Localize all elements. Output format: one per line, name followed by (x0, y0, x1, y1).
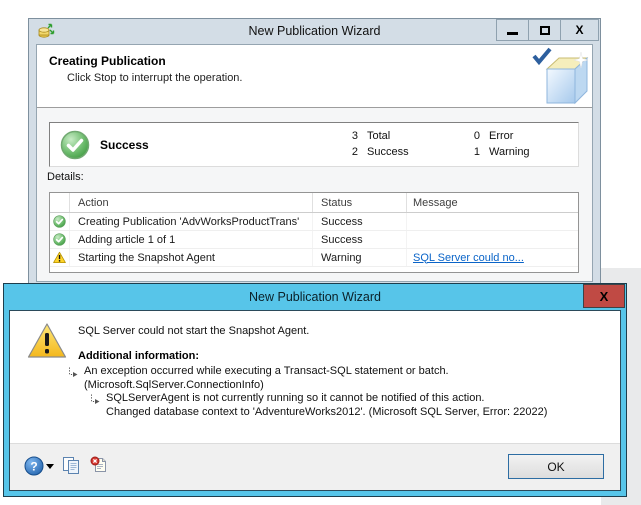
stat-success: 2 Success (346, 144, 409, 160)
details-label: Details: (47, 171, 84, 183)
maximize-button[interactable] (528, 19, 561, 41)
row-status: Success (313, 213, 407, 230)
wizard-header: Creating Publication Click Stop to inter… (37, 45, 592, 108)
detail-line: (Microsoft.SqlServer.ConnectionInfo) (84, 379, 449, 393)
column-message[interactable]: Message (407, 193, 578, 212)
window-controls: X (497, 19, 599, 41)
details-table: Action Status Message Creating Publicati… (49, 192, 579, 273)
detail-arrow-icon (67, 367, 79, 379)
stat-warning: 1 Warning (468, 144, 530, 160)
stat-error-value: 0 (468, 130, 480, 142)
warning-message-link[interactable]: SQL Server could no... (413, 252, 524, 264)
dialog-close-button[interactable]: X (583, 284, 625, 308)
wizard-body: Success 3 Total 2 Success 0 (37, 109, 592, 281)
save-error-report-button[interactable] (90, 456, 108, 474)
column-status[interactable]: Status (313, 193, 407, 212)
row-message (407, 231, 578, 248)
row-message (407, 213, 578, 230)
column-icon (50, 193, 70, 212)
table-header: Action Status Message (50, 193, 578, 213)
warning-icon (27, 322, 67, 360)
close-icon: X (600, 289, 609, 304)
minimize-button[interactable] (496, 19, 529, 41)
wizard-content: Creating Publication Click Stop to inter… (36, 44, 593, 282)
summary-panel: Success 3 Total 2 Success 0 (49, 122, 579, 167)
stat-total-value: 3 (346, 130, 358, 142)
wizard-window: New Publication Wizard X Creating Public… (28, 18, 601, 290)
close-button[interactable]: X (560, 19, 599, 41)
success-icon (53, 233, 66, 246)
detail-line: SQLServerAgent is not currently running … (106, 392, 547, 406)
detail-line: An exception occurred while executing a … (84, 365, 449, 379)
row-status: Warning (313, 249, 407, 266)
table-row[interactable]: Adding article 1 of 1 Success (50, 231, 578, 249)
summary-stats-left: 3 Total 2 Success (346, 128, 409, 160)
replication-database-icon (37, 22, 55, 40)
stat-total: 3 Total (346, 128, 409, 144)
wizard-book-icon (531, 47, 589, 105)
svg-text:?: ? (30, 460, 37, 474)
help-icon: ? (24, 456, 44, 476)
minimize-icon (507, 32, 518, 35)
desktop: New Publication Wizard X Creating Public… (0, 0, 641, 505)
error-detail: SQLServerAgent is not currently running … (106, 392, 547, 419)
error-report-icon (90, 456, 108, 474)
warning-icon (53, 251, 66, 264)
stat-success-label: Success (367, 146, 409, 158)
close-icon: X (575, 23, 583, 37)
success-icon (53, 215, 66, 228)
wizard-titlebar[interactable]: New Publication Wizard X (29, 19, 600, 44)
page-title: Creating Publication (49, 54, 166, 68)
copy-message-button[interactable] (62, 456, 80, 474)
summary-stats-right: 0 Error 1 Warning (468, 128, 530, 160)
copy-icon (62, 456, 80, 474)
error-dialog: New Publication Wizard X SQL Server coul… (3, 283, 627, 497)
ok-button[interactable]: OK (508, 454, 604, 479)
table-row[interactable]: Creating Publication 'AdvWorksProductTra… (50, 213, 578, 231)
dialog-body: SQL Server could not start the Snapshot … (9, 310, 621, 491)
dialog-titlebar[interactable]: New Publication Wizard X (4, 284, 626, 310)
page-subtitle: Click Stop to interrupt the operation. (67, 72, 242, 84)
dialog-title: New Publication Wizard (4, 284, 626, 310)
row-action: Starting the Snapshot Agent (70, 249, 313, 266)
summary-status: Success (100, 138, 149, 152)
detail-line: Changed database context to 'AdventureWo… (106, 406, 547, 420)
row-status: Success (313, 231, 407, 248)
column-action[interactable]: Action (70, 193, 313, 212)
stat-warning-value: 1 (468, 146, 480, 158)
dialog-footer: ? (10, 443, 620, 490)
row-action: Adding article 1 of 1 (70, 231, 313, 248)
stat-error: 0 Error (468, 128, 530, 144)
maximize-icon (540, 26, 550, 35)
stat-warning-label: Warning (489, 146, 530, 158)
error-message: SQL Server could not start the Snapshot … (78, 325, 309, 337)
row-action: Creating Publication 'AdvWorksProductTra… (70, 213, 313, 230)
table-row[interactable]: Starting the Snapshot Agent Warning SQL … (50, 249, 578, 267)
stat-error-label: Error (489, 130, 513, 142)
stat-success-value: 2 (346, 146, 358, 158)
dropdown-caret-icon (46, 464, 54, 469)
detail-arrow-icon (89, 394, 101, 406)
success-icon (60, 130, 90, 160)
help-button[interactable]: ? (24, 456, 54, 476)
stat-total-label: Total (367, 130, 390, 142)
additional-info-label: Additional information: (78, 350, 199, 362)
error-detail: An exception occurred while executing a … (84, 365, 449, 392)
